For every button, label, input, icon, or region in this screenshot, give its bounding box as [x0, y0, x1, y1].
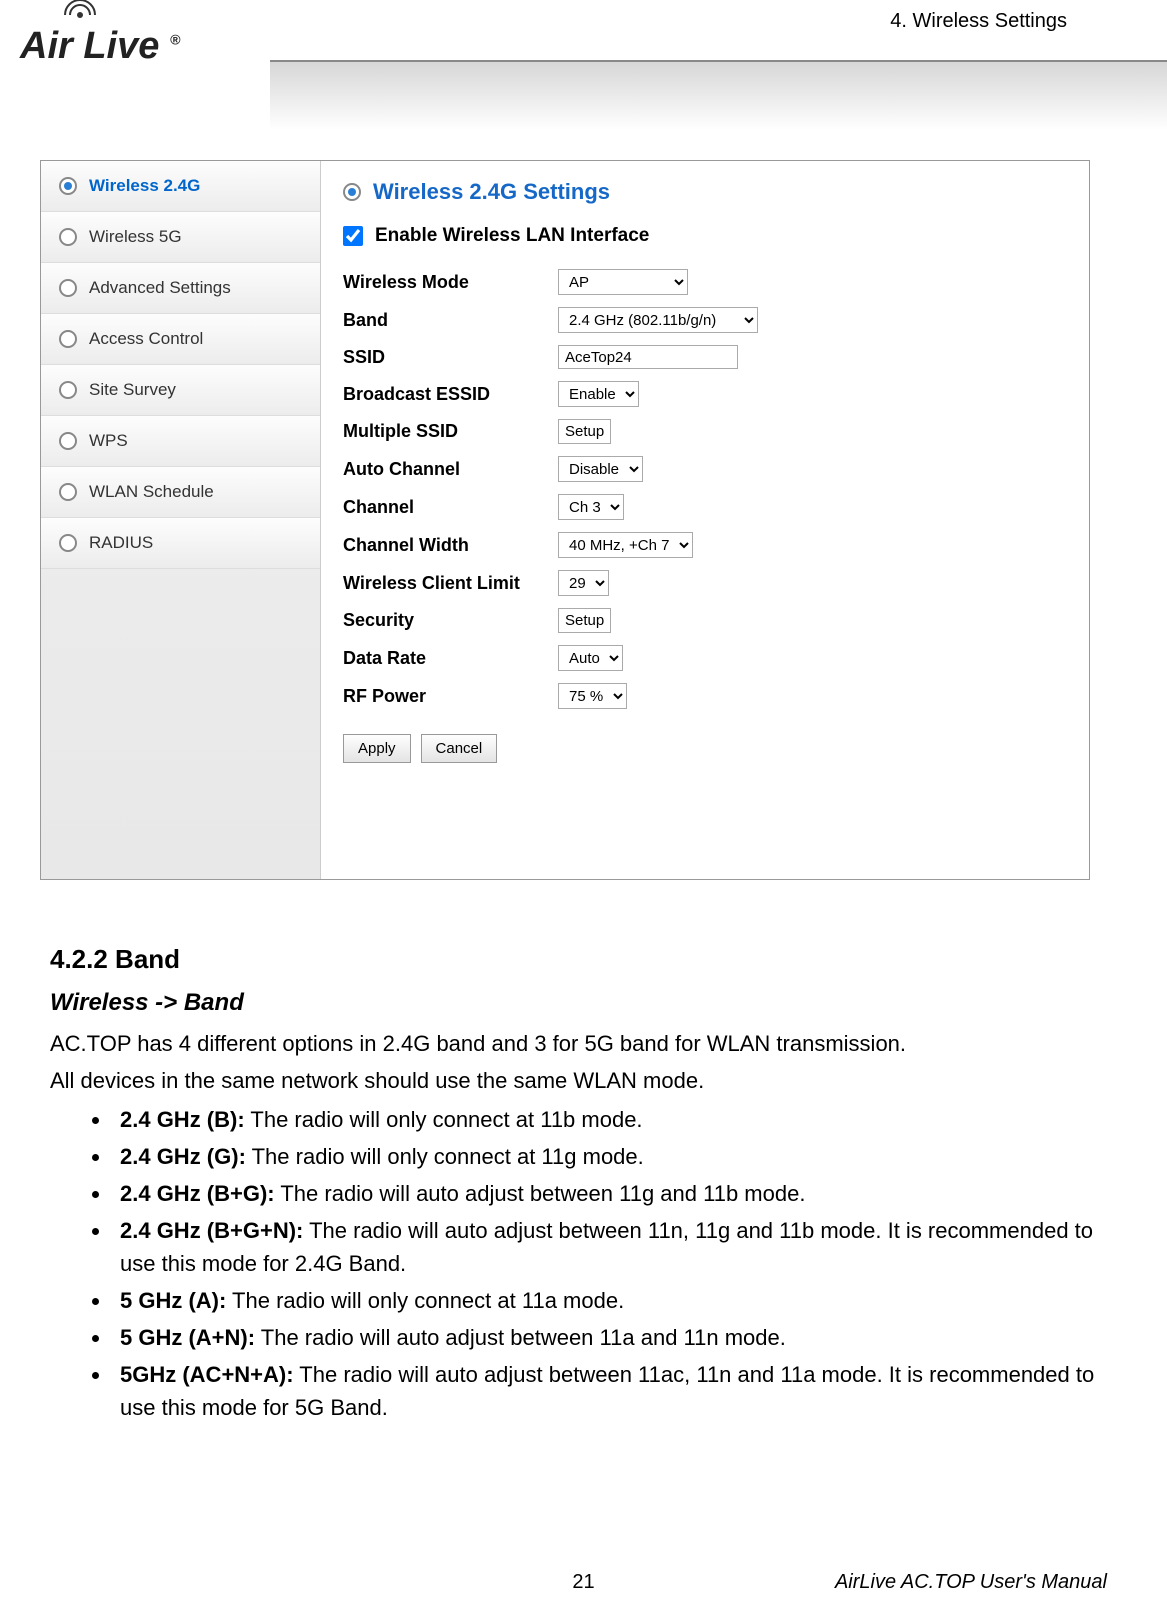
broadcast-essid-row: Broadcast ESSID Enable — [343, 381, 1067, 407]
radio-icon — [59, 279, 77, 297]
page-footer: 21 AirLive AC.TOP User's Manual — [0, 1571, 1167, 1594]
page-header: 4. Wireless Settings Air Live ® — [0, 0, 1167, 140]
sidebar-item-label: WLAN Schedule — [89, 482, 214, 502]
radio-icon — [59, 330, 77, 348]
wireless-mode-row: Wireless Mode AP — [343, 269, 1067, 295]
channel-row: Channel Ch 3 — [343, 494, 1067, 520]
sidebar-item-advanced-settings[interactable]: Advanced Settings — [41, 263, 320, 314]
auto-channel-select[interactable]: Disable — [558, 456, 643, 482]
channel-select[interactable]: Ch 3 — [558, 494, 624, 520]
radio-icon — [59, 432, 77, 450]
label: RF Power — [343, 686, 558, 707]
intro-text-2: All devices in the same network should u… — [50, 1064, 1117, 1097]
auto-channel-row: Auto Channel Disable — [343, 456, 1067, 482]
ssid-row: SSID — [343, 345, 1067, 369]
enable-wireless-label: Enable Wireless LAN Interface — [375, 225, 649, 247]
sidebar-item-wireless-2-4g[interactable]: Wireless 2.4G — [41, 161, 320, 212]
label: Band — [343, 310, 558, 331]
intro-text-1: AC.TOP has 4 different options in 2.4G b… — [50, 1027, 1117, 1060]
label: Security — [343, 610, 558, 631]
label: Broadcast ESSID — [343, 384, 558, 405]
ssid-input[interactable] — [558, 345, 738, 369]
section-heading: 4.2.2 Band — [50, 940, 1117, 979]
channel-width-row: Channel Width 40 MHz, +Ch 7 — [343, 532, 1067, 558]
decorative-wave — [270, 60, 1167, 130]
radio-icon — [59, 177, 77, 195]
sidebar-item-label: Wireless 2.4G — [89, 176, 200, 196]
panel-title: Wireless 2.4G Settings — [343, 179, 1067, 205]
sidebar-item-wireless-5g[interactable]: Wireless 5G — [41, 212, 320, 263]
radio-icon — [343, 183, 361, 201]
settings-screenshot: Wireless 2.4G Wireless 5G Advanced Setti… — [40, 160, 1090, 880]
enable-wireless-row: Enable Wireless LAN Interface — [343, 225, 1067, 247]
logo-text: Air Live ® — [20, 25, 180, 68]
sidebar-item-label: RADIUS — [89, 533, 153, 553]
data-rate-select[interactable]: Auto — [558, 645, 623, 671]
label: SSID — [343, 347, 558, 368]
multiple-ssid-row: Multiple SSID Setup — [343, 419, 1067, 444]
sidebar: Wireless 2.4G Wireless 5G Advanced Setti… — [41, 161, 321, 879]
list-item: 2.4 GHz (B+G): The radio will auto adjus… — [112, 1177, 1117, 1210]
list-item: 5GHz (AC+N+A): The radio will auto adjus… — [112, 1358, 1117, 1424]
label: Auto Channel — [343, 459, 558, 480]
band-select[interactable]: 2.4 GHz (802.11b/g/n) — [558, 307, 758, 333]
enable-wireless-checkbox[interactable] — [343, 226, 363, 246]
security-row: Security Setup — [343, 608, 1067, 633]
band-row: Band 2.4 GHz (802.11b/g/n) — [343, 307, 1067, 333]
radio-icon — [59, 381, 77, 399]
radio-icon — [59, 483, 77, 501]
list-item: 2.4 GHz (G): The radio will only connect… — [112, 1140, 1117, 1173]
apply-button[interactable]: Apply — [343, 734, 411, 763]
sidebar-item-label: Advanced Settings — [89, 278, 231, 298]
client-limit-row: Wireless Client Limit 29 — [343, 570, 1067, 596]
footer-manual-title: AirLive AC.TOP User's Manual — [835, 1571, 1107, 1594]
radio-icon — [59, 228, 77, 246]
broadcast-essid-select[interactable]: Enable — [558, 381, 639, 407]
list-item: 5 GHz (A+N): The radio will auto adjust … — [112, 1321, 1117, 1354]
sidebar-item-label: Access Control — [89, 329, 203, 349]
doc-content: 4.2.2 Band Wireless -> Band AC.TOP has 4… — [50, 940, 1117, 1424]
client-limit-select[interactable]: 29 — [558, 570, 609, 596]
label: Multiple SSID — [343, 421, 558, 442]
list-item: 5 GHz (A): The radio will only connect a… — [112, 1284, 1117, 1317]
sidebar-item-access-control[interactable]: Access Control — [41, 314, 320, 365]
label: Channel Width — [343, 535, 558, 556]
bullet-list: 2.4 GHz (B): The radio will only connect… — [112, 1103, 1117, 1424]
radio-icon — [59, 534, 77, 552]
content-pane: Wireless 2.4G Settings Enable Wireless L… — [321, 161, 1089, 879]
chapter-title: 4. Wireless Settings — [890, 10, 1067, 33]
label: Data Rate — [343, 648, 558, 669]
sidebar-item-wps[interactable]: WPS — [41, 416, 320, 467]
rf-power-select[interactable]: 75 % — [558, 683, 627, 709]
cancel-button[interactable]: Cancel — [421, 734, 498, 763]
page-number: 21 — [572, 1571, 594, 1594]
data-rate-row: Data Rate Auto — [343, 645, 1067, 671]
wireless-mode-select[interactable]: AP — [558, 269, 688, 295]
sidebar-item-site-survey[interactable]: Site Survey — [41, 365, 320, 416]
sidebar-item-label: WPS — [89, 431, 128, 451]
security-setup-button[interactable]: Setup — [558, 608, 611, 633]
sidebar-item-radius[interactable]: RADIUS — [41, 518, 320, 569]
label: Wireless Client Limit — [343, 573, 558, 594]
label: Channel — [343, 497, 558, 518]
list-item: 2.4 GHz (B): The radio will only connect… — [112, 1103, 1117, 1136]
channel-width-select[interactable]: 40 MHz, +Ch 7 — [558, 532, 693, 558]
sidebar-item-label: Site Survey — [89, 380, 176, 400]
rf-power-row: RF Power 75 % — [343, 683, 1067, 709]
action-row: Apply Cancel — [343, 734, 1067, 763]
label: Wireless Mode — [343, 272, 558, 293]
section-sub: Wireless -> Band — [50, 985, 1117, 1021]
sidebar-item-wlan-schedule[interactable]: WLAN Schedule — [41, 467, 320, 518]
multiple-ssid-setup-button[interactable]: Setup — [558, 419, 611, 444]
sidebar-item-label: Wireless 5G — [89, 227, 182, 247]
list-item: 2.4 GHz (B+G+N): The radio will auto adj… — [112, 1214, 1117, 1280]
